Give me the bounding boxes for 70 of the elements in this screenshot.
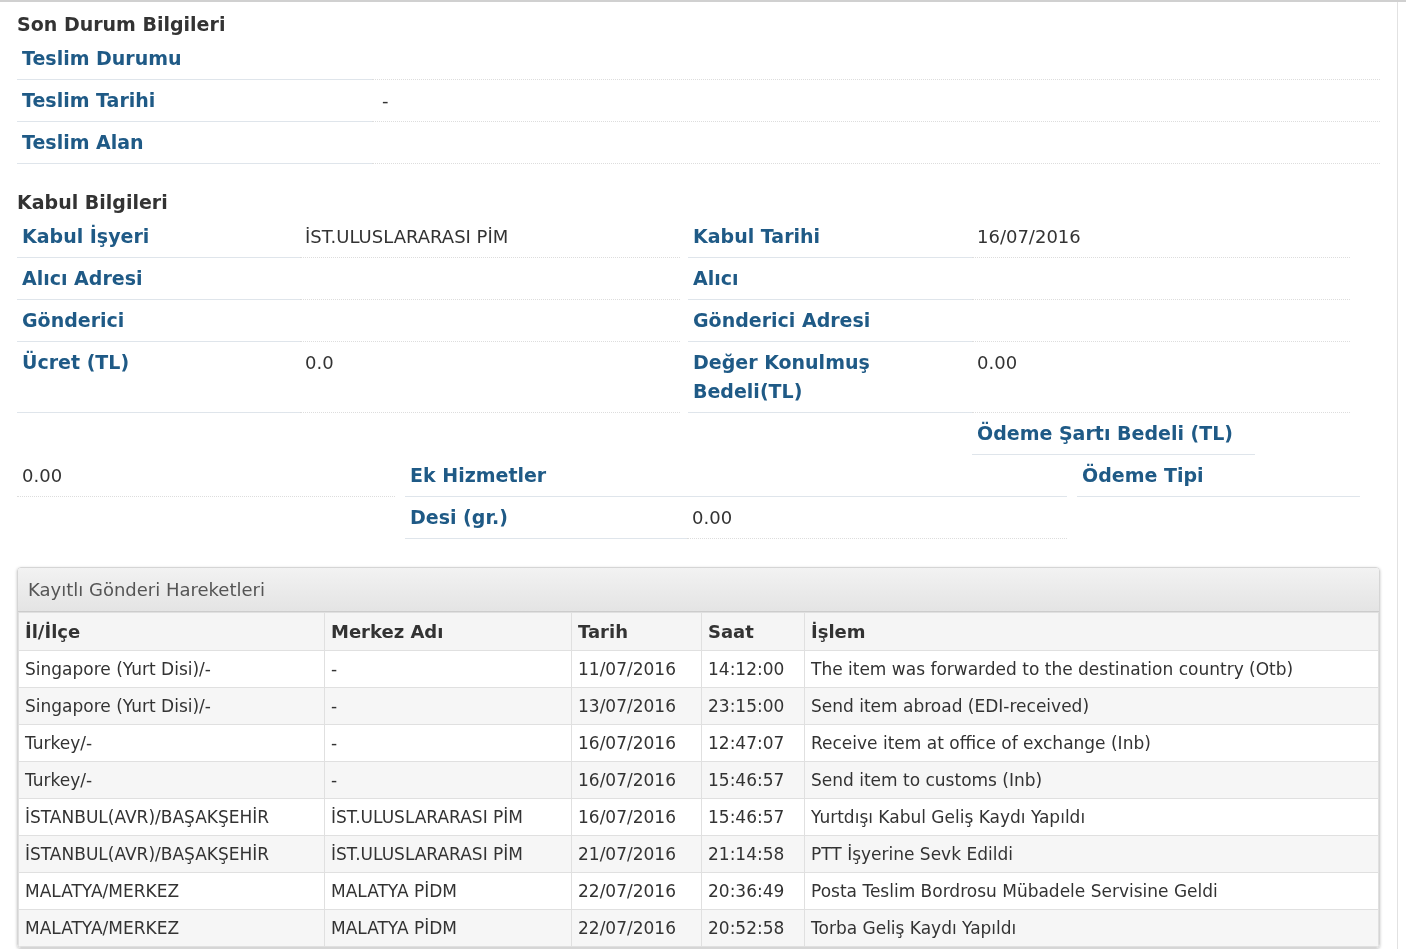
field-value: 0.0 xyxy=(305,352,334,373)
table-cell: 21/07/2016 xyxy=(571,835,702,873)
column-header: İl/İlçe xyxy=(18,612,325,651)
table-cell: Receive item at office of exchange (Inb) xyxy=(804,724,1379,762)
section-title: Kabul Bilgileri xyxy=(17,190,169,215)
table-cell: 14:12:00 xyxy=(701,650,805,688)
table-cell: 16/07/2016 xyxy=(571,761,702,799)
field-value: 0.00 xyxy=(22,465,63,486)
section-title: Son Durum Bilgileri xyxy=(17,12,227,37)
field-value: 0.00 xyxy=(977,352,1018,373)
table-cell: Singapore (Yurt Disi)/- xyxy=(18,650,325,688)
table-cell: The item was forwarded to the destination country (Otb) xyxy=(804,650,1379,688)
field-label: Desi (gr.) xyxy=(410,506,508,528)
table-cell: İST.ULUSLARARASI PİM xyxy=(324,835,572,873)
table-cell: 15:46:57 xyxy=(701,761,805,799)
table-cell: 16/07/2016 xyxy=(571,798,702,836)
table-cell: PTT İşyerine Sevk Edildi xyxy=(804,835,1379,873)
column-header: Tarih xyxy=(571,612,702,651)
table-cell: - xyxy=(324,761,572,799)
column-header: Merkez Adı xyxy=(324,612,572,651)
table-cell: 22/07/2016 xyxy=(571,909,702,947)
table-cell: Send item to customs (Inb) xyxy=(804,761,1379,799)
table-cell: - xyxy=(324,650,572,688)
field-label: Teslim Durumu xyxy=(22,47,182,69)
table-cell: Turkey/- xyxy=(18,761,325,799)
table-cell: 20:52:58 xyxy=(701,909,805,947)
table-cell: Yurtdışı Kabul Geliş Kaydı Yapıldı xyxy=(804,798,1379,836)
panel-header: Kayıtlı Gönderi Hareketleri xyxy=(18,568,1379,612)
field-label: Ücret (TL) xyxy=(22,349,131,375)
field-value: 16/07/2016 xyxy=(977,226,1081,247)
field-label: Teslim Alan xyxy=(22,131,144,153)
field-label: Ödeme Şartı Bedeli (TL) xyxy=(977,422,1233,444)
table-cell: 21:14:58 xyxy=(701,835,805,873)
field-label: Değer Konulmuş Bedeli(TL) xyxy=(693,350,871,404)
column-header: Saat xyxy=(701,612,805,651)
table-cell: 13/07/2016 xyxy=(571,687,702,725)
table-cell: 16/07/2016 xyxy=(571,724,702,762)
table-cell: MALATYA/MERKEZ xyxy=(18,872,325,910)
table-cell: Posta Teslim Bordrosu Mübadele Servisine Geldi xyxy=(804,872,1379,910)
table-cell: 12:47:07 xyxy=(701,724,805,762)
field-value: İST.ULUSLARARASI PİM xyxy=(305,226,509,247)
field-label: Ek Hizmetler xyxy=(410,464,547,486)
table-cell: 23:15:00 xyxy=(701,687,805,725)
field-label: Kabul İşyeri xyxy=(22,223,151,249)
field-label: Alıcı xyxy=(693,266,740,291)
table-cell: - xyxy=(324,687,572,725)
table-cell: 11/07/2016 xyxy=(571,650,702,688)
field-label: Ödeme Tipi xyxy=(1082,464,1204,486)
field-label: Alıcı Adresi xyxy=(22,266,144,291)
field-label: Gönderici Adresi xyxy=(693,308,872,333)
field-label: Teslim Tarihi xyxy=(22,89,156,111)
field-value: 0.00 xyxy=(692,507,733,528)
table-cell: 22/07/2016 xyxy=(571,872,702,910)
field-label: Gönderici xyxy=(22,308,126,333)
table-cell: İSTANBUL(AVR)/BAŞAKŞEHİR xyxy=(18,798,325,836)
table-cell: MALATYA PİDM xyxy=(324,909,572,947)
table-cell: MALATYA/MERKEZ xyxy=(18,909,325,947)
table-cell: - xyxy=(324,724,572,762)
table-cell: MALATYA PİDM xyxy=(324,872,572,910)
table-cell: Singapore (Yurt Disi)/- xyxy=(18,687,325,725)
table-cell: Turkey/- xyxy=(18,724,325,762)
table-cell: İSTANBUL(AVR)/BAŞAKŞEHİR xyxy=(18,835,325,873)
table-cell: İST.ULUSLARARASI PİM xyxy=(324,798,572,836)
table-cell: Send item abroad (EDI-received) xyxy=(804,687,1379,725)
table-cell: 20:36:49 xyxy=(701,872,805,910)
field-value: - xyxy=(382,90,389,111)
table-cell: Torba Geliş Kaydı Yapıldı xyxy=(804,909,1379,947)
column-header: İşlem xyxy=(804,612,1379,651)
table-cell: 15:46:57 xyxy=(701,798,805,836)
field-label: Kabul Tarihi xyxy=(693,224,822,249)
